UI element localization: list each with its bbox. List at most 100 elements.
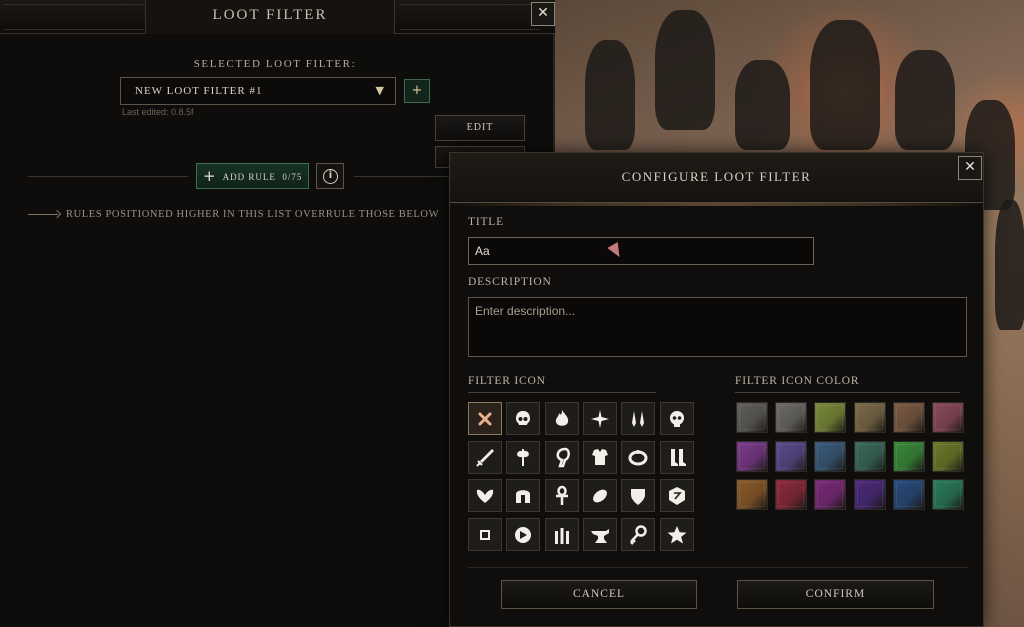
filter-icon-option[interactable] [506,440,541,474]
filter-icon-option[interactable] [621,479,656,513]
divider [468,567,968,568]
enemy-silhouette [655,10,715,130]
ring-icon [628,450,648,466]
filter-icon-option[interactable] [544,479,579,513]
color-swatch[interactable] [853,440,886,472]
close-loot-filter-button[interactable]: ✕ [531,2,555,26]
cancel-button[interactable]: CANCEL [501,580,697,609]
filter-icon-option[interactable] [506,518,541,552]
color-swatch[interactable] [775,440,808,472]
rune-stone-icon [668,486,685,505]
divider [354,176,449,177]
loot-filter-dropdown[interactable]: NEW LOOT FILTER #1 ▼ [120,77,396,105]
filter-icon-option[interactable] [659,440,694,474]
title-input[interactable] [468,237,814,265]
color-swatch[interactable] [736,479,768,510]
caret-down-icon: ▼ [375,84,385,97]
title-label: TITLE [468,216,504,228]
filter-icon-option[interactable] [544,402,579,435]
dialog-header: CONFIGURE LOOT FILTER [450,153,983,206]
filter-icon-option[interactable] [468,518,502,552]
shield-icon [631,488,646,505]
helmet-icon [516,490,531,503]
enemy-silhouette [895,50,955,150]
filter-icon-option[interactable] [506,479,541,513]
confirm-button[interactable]: CONFIRM [737,580,934,609]
color-swatch[interactable] [814,440,847,472]
enemy-silhouette [995,200,1024,330]
edit-filter-button[interactable]: EDIT [435,115,525,141]
filter-icon-option[interactable] [582,402,617,435]
filter-icon-option[interactable] [468,402,502,435]
color-swatch[interactable] [853,402,886,433]
filter-icon-option[interactable] [659,479,694,513]
filter-icon-option[interactable] [506,402,541,435]
filter-icon-color-label: FILTER ICON COLOR [735,375,860,387]
description-textarea[interactable] [468,297,967,357]
close-dialog-button[interactable]: ✕ [958,156,982,180]
description-label: DESCRIPTION [468,276,552,288]
dialog-title: CONFIGURE LOOT FILTER [621,169,812,184]
filter-icon-option[interactable] [468,479,502,513]
spark-icon [590,409,609,428]
skull-icon [516,410,531,425]
filter-icon-option[interactable] [544,440,579,474]
filter-icon-option[interactable] [468,440,502,474]
add-rule-button[interactable]: + ADD RULE 0/75 [196,163,309,189]
gloves-icon [476,489,494,503]
color-swatch[interactable] [814,479,847,510]
color-swatch[interactable] [932,479,964,510]
filter-icon-option[interactable] [659,518,694,552]
color-swatch[interactable] [932,402,964,433]
compass-icon [515,526,532,543]
color-swatch[interactable] [736,440,768,472]
filter-icon-option[interactable] [621,402,656,435]
key-icon [630,524,647,545]
sword-icon [476,449,494,467]
dropdown-value: NEW LOOT FILTER #1 [135,85,263,97]
plus-icon: + [411,83,423,98]
filter-icon-option[interactable] [621,440,656,474]
color-swatch[interactable] [775,402,808,433]
filter-icon-label: FILTER ICON [468,375,546,387]
boots-icon [670,449,686,467]
ankh-icon [555,485,568,505]
new-filter-button[interactable]: + [404,79,430,103]
double-axe-icon [517,449,530,467]
color-swatch[interactable] [775,479,808,510]
color-swatch[interactable] [892,479,925,510]
gem-icon [592,489,607,503]
loot-filter-header: LOOT FILTER [0,0,555,34]
demon-skull-icon [669,410,684,427]
color-swatch[interactable] [892,440,925,472]
selected-loot-filter-label: SELECTED LOOT FILTER: [193,58,357,70]
filter-icon-option[interactable] [582,440,617,474]
color-swatch[interactable] [814,402,847,433]
color-swatch[interactable] [736,402,768,433]
chest-armor-icon [591,449,608,466]
info-button[interactable]: i [316,163,344,189]
color-swatch[interactable] [932,440,964,472]
color-swatch[interactable] [892,402,925,433]
add-rule-label: ADD RULE [222,172,276,182]
flame-icon [555,409,568,426]
filter-icon-option[interactable] [659,402,694,435]
enemy-silhouette [585,40,635,150]
none-icon [478,412,492,425]
anvil-icon [590,528,609,543]
plus-icon: + [203,167,217,185]
close-icon: ✕ [964,159,976,175]
rules-priority-note: RULES POSITIONED HIGHER IN THIS LIST OVE… [28,209,439,220]
arrow-right-icon [28,214,58,216]
color-swatch[interactable] [853,479,886,510]
sickle-icon [556,447,570,468]
rule-count: 0/75 [282,172,303,182]
header-ornament [4,4,144,30]
potions-icon [554,527,569,544]
filter-icon-option[interactable] [621,518,656,552]
info-icon: i [323,169,338,184]
rules-note-text: RULES POSITIONED HIGHER IN THIS LIST OVE… [66,209,440,220]
filter-icon-option[interactable] [582,479,617,513]
filter-icon-option[interactable] [582,518,617,552]
filter-icon-option[interactable] [544,518,579,552]
